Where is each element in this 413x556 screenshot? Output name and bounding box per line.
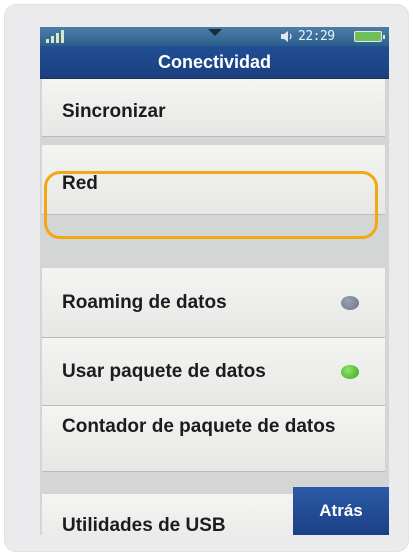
- speaker-icon: [281, 31, 292, 42]
- signal-bars-icon: [46, 30, 68, 43]
- menu-item-sincronizar[interactable]: Sincronizar: [42, 79, 385, 137]
- menu-item-label: Utilidades de USB: [62, 515, 226, 535]
- menu-item-label: Sincronizar: [62, 101, 166, 122]
- back-button[interactable]: Atrás: [293, 487, 389, 535]
- menu-item-usar-paquete-de-datos[interactable]: Usar paquete de datos: [42, 338, 385, 406]
- menu-item-contador-de-paquete-de-datos[interactable]: Contador de paquete de datos: [42, 406, 385, 472]
- toggle-off-indicator-icon[interactable]: [341, 296, 359, 310]
- status-clock: 22:29: [298, 29, 335, 44]
- toggle-on-indicator-icon[interactable]: [341, 365, 359, 379]
- status-bar: 22:29: [40, 27, 389, 46]
- notification-pulldown-icon[interactable]: [208, 29, 222, 36]
- title-bar: Conectividad: [40, 46, 389, 79]
- menu-item-roaming-de-datos[interactable]: Roaming de datos: [42, 268, 385, 338]
- menu-item-label: Contador de paquete de datos: [62, 416, 336, 437]
- phone-screen: 22:29 Conectividad Sincronizar Red Roami…: [40, 27, 389, 535]
- menu-item-label: Roaming de datos: [62, 292, 227, 313]
- menu-item-label: Usar paquete de datos: [62, 361, 266, 382]
- highlight-outline: [44, 171, 378, 239]
- page-title: Conectividad: [157, 52, 272, 72]
- battery-icon: [354, 31, 385, 42]
